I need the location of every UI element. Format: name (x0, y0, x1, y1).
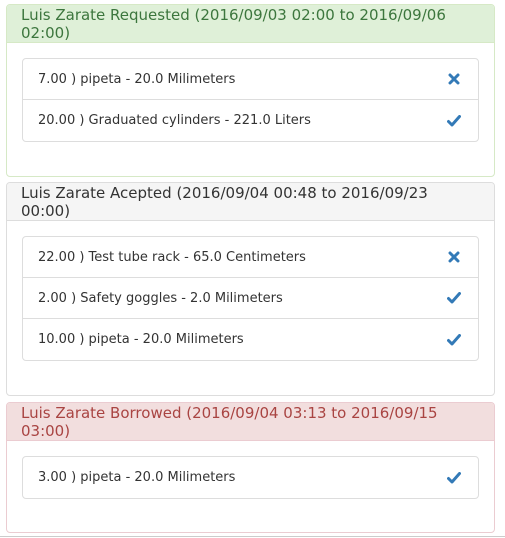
item-label: 7.00 ) pipeta - 20.0 Milimeters (38, 71, 236, 87)
item-label: 10.00 ) pipeta - 20.0 Milimeters (38, 332, 244, 347)
item-label: 3.00 ) pipeta - 20.0 Milimeters (38, 470, 236, 485)
panel-body: 7.00 ) pipeta - 20.0 Milimeters 20.00 ) … (7, 43, 494, 142)
panel-title: Luis Zarate Requested (2016/09/03 02:00 … (7, 5, 494, 43)
accepted-panel: Luis Zarate Acepted (2016/09/04 00:48 to… (6, 182, 495, 396)
requested-panel: Luis Zarate Requested (2016/09/03 02:00 … (6, 4, 495, 177)
item-list: 7.00 ) pipeta - 20.0 Milimeters 20.00 ) … (22, 58, 479, 142)
panel-title: Luis Zarate Borrowed (2016/09/04 03:13 t… (7, 403, 494, 441)
item-label: 22.00 ) Test tube rack - 65.0 Centimeter… (38, 249, 306, 265)
check-icon[interactable] (445, 289, 463, 307)
times-icon[interactable] (445, 248, 463, 266)
item-list: 22.00 ) Test tube rack - 65.0 Centimeter… (22, 236, 479, 361)
item-list: 3.00 ) pipeta - 20.0 Milimeters (22, 456, 479, 499)
times-icon[interactable] (445, 70, 463, 88)
list-item: 10.00 ) pipeta - 20.0 Milimeters (23, 319, 478, 360)
check-icon[interactable] (445, 469, 463, 487)
panel-title: Luis Zarate Acepted (2016/09/04 00:48 to… (7, 183, 494, 221)
divider (0, 536, 505, 537)
check-icon[interactable] (445, 112, 463, 130)
borrowed-panel: Luis Zarate Borrowed (2016/09/04 03:13 t… (6, 402, 495, 533)
list-item: 7.00 ) pipeta - 20.0 Milimeters (23, 59, 478, 100)
list-item: 22.00 ) Test tube rack - 65.0 Centimeter… (23, 237, 478, 278)
item-label: 20.00 ) Graduated cylinders - 221.0 Lite… (38, 113, 311, 128)
list-item: 20.00 ) Graduated cylinders - 221.0 Lite… (23, 100, 478, 141)
panel-body: 3.00 ) pipeta - 20.0 Milimeters (7, 441, 494, 499)
panel-body: 22.00 ) Test tube rack - 65.0 Centimeter… (7, 221, 494, 361)
list-item: 2.00 ) Safety goggles - 2.0 Milimeters (23, 278, 478, 319)
list-item: 3.00 ) pipeta - 20.0 Milimeters (23, 457, 478, 498)
item-label: 2.00 ) Safety goggles - 2.0 Milimeters (38, 290, 283, 306)
check-icon[interactable] (445, 331, 463, 349)
